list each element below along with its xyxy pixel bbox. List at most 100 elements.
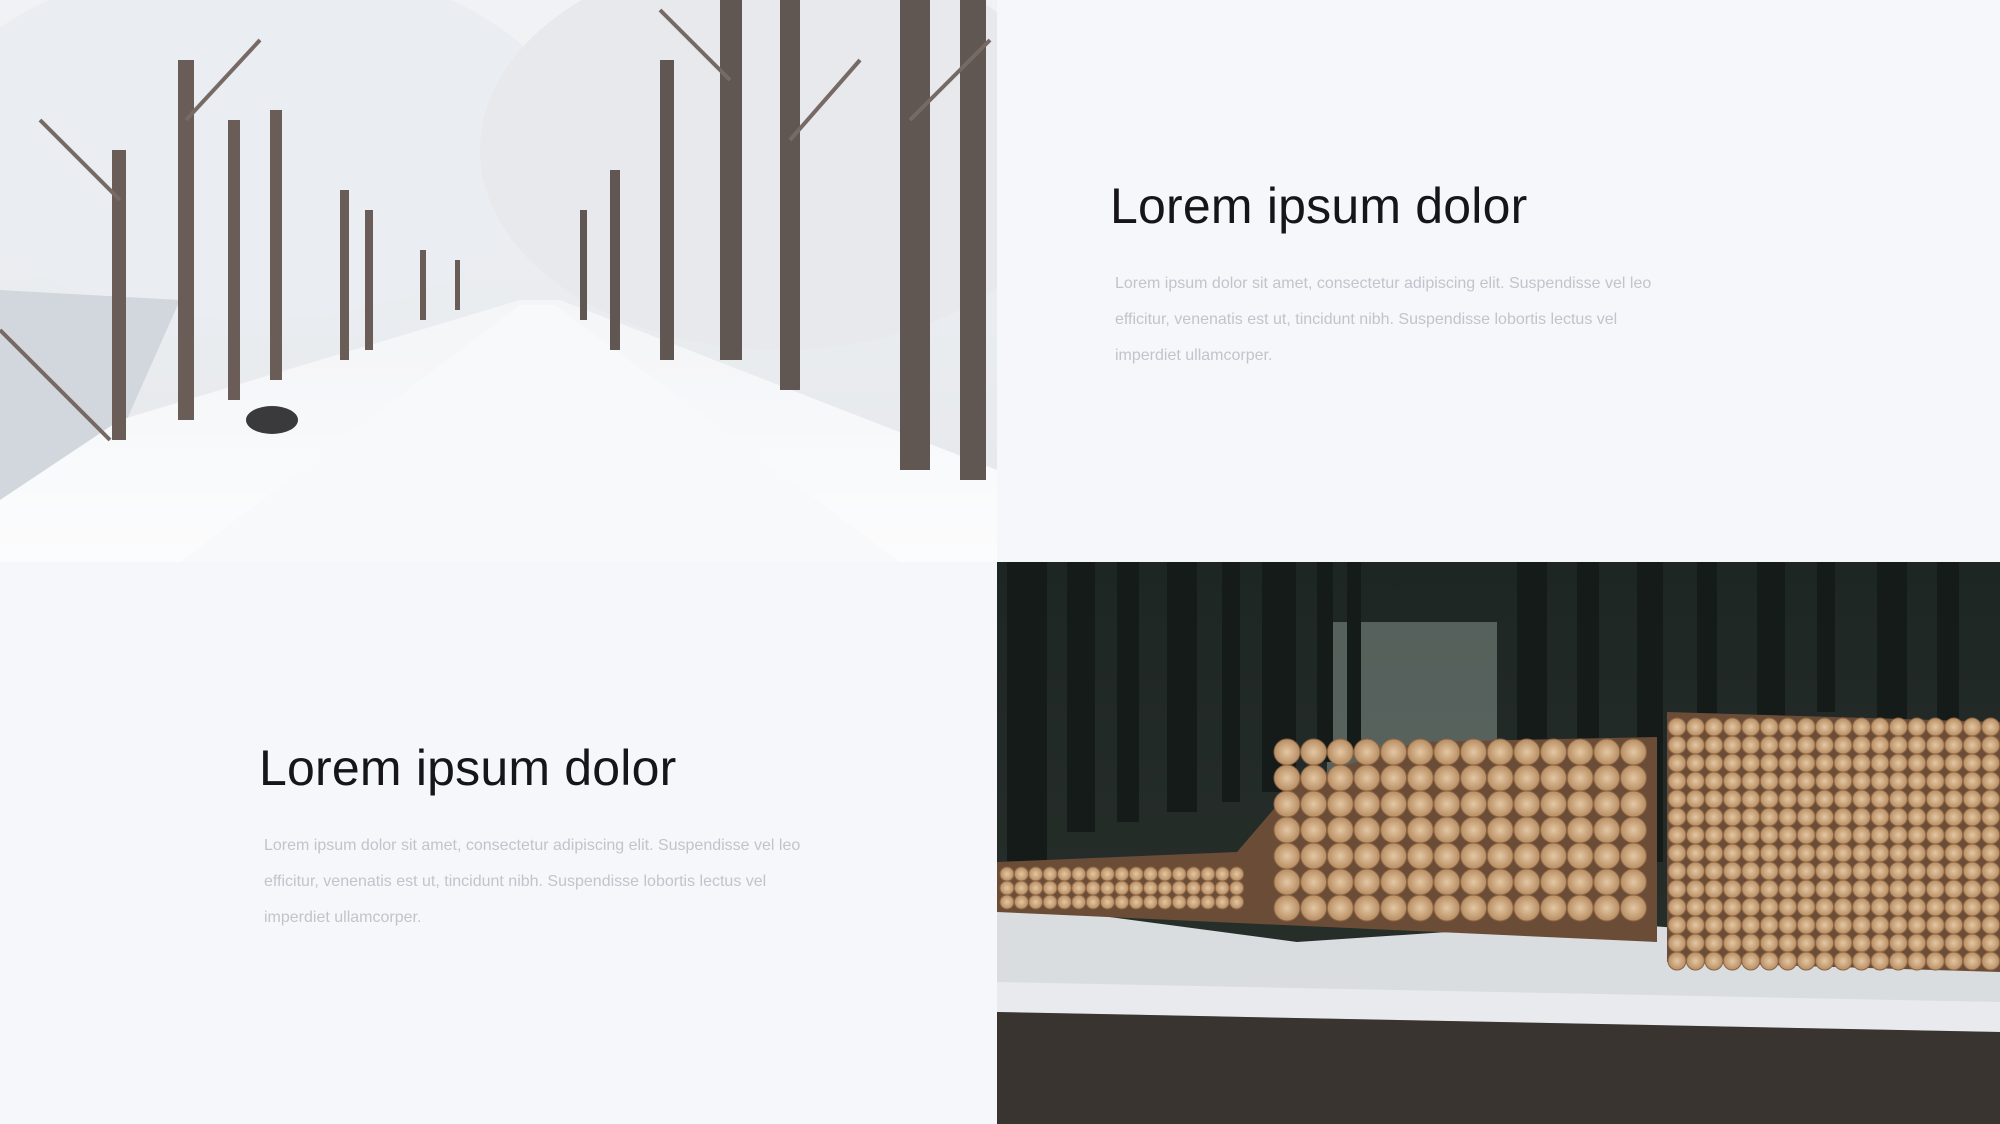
log-end [1326, 738, 1354, 766]
log-end [1833, 951, 1853, 971]
log-end [1778, 807, 1798, 827]
log-end [1852, 951, 1871, 971]
log-end [1888, 735, 1908, 755]
log-end [1981, 807, 2000, 827]
log-end [1380, 868, 1408, 896]
log-end [1962, 915, 1982, 935]
log-end [1870, 789, 1890, 809]
log-end [1852, 897, 1871, 917]
log-end [1888, 915, 1908, 935]
log-end [1907, 735, 1927, 755]
log-end [1486, 842, 1514, 870]
log-end [999, 880, 1015, 896]
log-end [1143, 880, 1158, 896]
log-end [1888, 933, 1908, 953]
log-end [1741, 861, 1761, 881]
log-end [1704, 879, 1724, 899]
log-end [1619, 894, 1647, 922]
log-end [1944, 753, 1964, 773]
log-end [1085, 894, 1101, 910]
log-end [1619, 816, 1647, 844]
log-end [1944, 843, 1964, 863]
log-end [1722, 951, 1742, 971]
log-end [1704, 843, 1724, 863]
log-end [1685, 897, 1705, 917]
log-end [1981, 771, 2000, 791]
log-end [1619, 842, 1647, 870]
log-end [1907, 843, 1927, 863]
log-end [1925, 789, 1945, 809]
log-end [1741, 933, 1761, 953]
log-end [1157, 866, 1173, 882]
log-end [1944, 933, 1964, 953]
log-end [1833, 807, 1853, 827]
log-end [1741, 879, 1761, 899]
log-end [1460, 816, 1488, 844]
log-end [1741, 843, 1761, 863]
log-end [1486, 790, 1514, 818]
log-end [1406, 738, 1434, 766]
log-end [1852, 825, 1871, 845]
log-end [1759, 897, 1779, 917]
log-end [1981, 951, 2000, 971]
log-end [1778, 735, 1798, 755]
log-end [1907, 915, 1927, 935]
log-end [1143, 894, 1158, 910]
log-end [1486, 894, 1514, 922]
log-end [1833, 879, 1853, 899]
log-end [1796, 717, 1816, 737]
log-end [1667, 789, 1687, 809]
log-end [1486, 816, 1514, 844]
log-end [1353, 894, 1381, 922]
log-end [1833, 717, 1853, 737]
log-end [1722, 843, 1742, 863]
log-end [1962, 807, 1982, 827]
log-end [1907, 897, 1927, 917]
log-end [1925, 843, 1945, 863]
log-end [1593, 842, 1621, 870]
log-end [1796, 753, 1816, 773]
log-end [1981, 717, 2000, 737]
log-end [1981, 825, 2000, 845]
log-end [1870, 717, 1890, 737]
log-end [1815, 753, 1835, 773]
log-end [1981, 861, 2000, 881]
log-end [1815, 951, 1835, 971]
log-end [1852, 915, 1871, 935]
log-end [1667, 933, 1687, 953]
log-end [1513, 764, 1541, 792]
log-end [1353, 868, 1381, 896]
log-end [1888, 717, 1908, 737]
log-end [1778, 825, 1798, 845]
log-end [1852, 717, 1871, 737]
log-end [1962, 753, 1982, 773]
log-end [1833, 771, 1853, 791]
log-end [1513, 894, 1541, 922]
log-end [1981, 933, 2000, 953]
log-end [1619, 790, 1647, 818]
log-end [1852, 771, 1871, 791]
log-end [1925, 879, 1945, 899]
log-end [1486, 868, 1514, 896]
log-end [1353, 842, 1381, 870]
log-end [1962, 717, 1982, 737]
log-end [1925, 717, 1945, 737]
log-end [1796, 915, 1816, 935]
log-end [1722, 897, 1742, 917]
log-end [1944, 807, 1964, 827]
log-end [1981, 915, 2000, 935]
log-end [1460, 738, 1488, 766]
log-end [1540, 738, 1567, 766]
log-end [1406, 764, 1434, 792]
log-end [999, 866, 1015, 882]
log-end [1406, 868, 1434, 896]
log-end [1944, 825, 1964, 845]
log-end [1722, 789, 1742, 809]
log-end [1925, 933, 1945, 953]
log-end [1944, 915, 1964, 935]
log-end [1722, 825, 1742, 845]
log-end [1815, 915, 1835, 935]
log-end [1759, 879, 1779, 899]
log-end [1907, 789, 1927, 809]
log-end [1171, 866, 1187, 882]
